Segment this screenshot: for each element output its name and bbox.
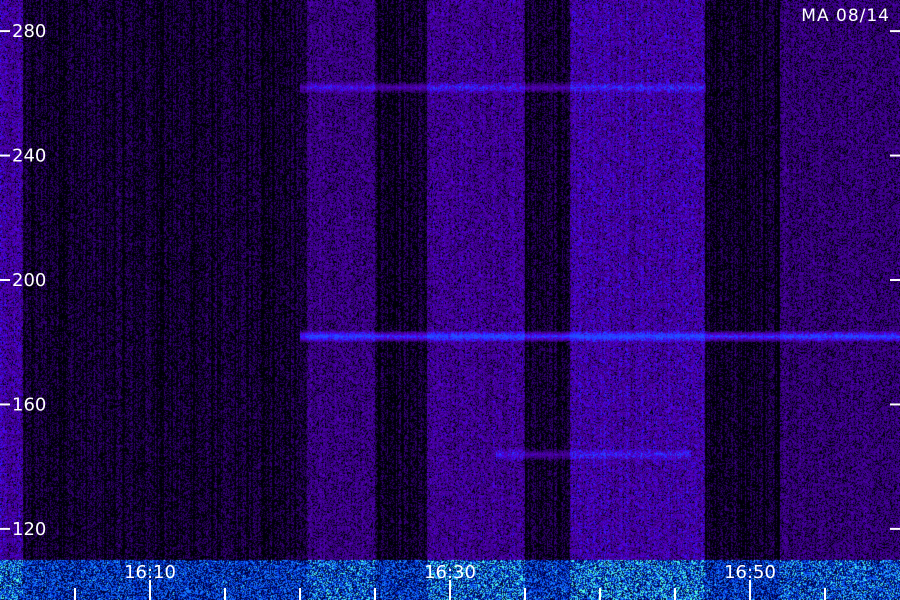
x-tick-label-1630: 16:30 [424, 562, 476, 583]
spectrogram-axes: 120 160 200 240 280 16:10 16:30 16:50 [0, 21, 900, 600]
y-tick-label-200: 200 [12, 270, 46, 291]
y-tick-label-240: 240 [12, 146, 46, 167]
y-tick-label-160: 160 [12, 394, 46, 415]
x-tick-label-1650: 16:50 [724, 562, 776, 583]
y-tick-label-280: 280 [12, 21, 46, 42]
station-date-label: MA 08/14 [801, 6, 890, 26]
y-tick-label-120: 120 [12, 519, 46, 540]
y-axis: 120 160 200 240 280 [0, 21, 900, 540]
x-axis: 16:10 16:30 16:50 [74, 562, 826, 600]
x-tick-label-1610: 16:10 [124, 562, 176, 583]
